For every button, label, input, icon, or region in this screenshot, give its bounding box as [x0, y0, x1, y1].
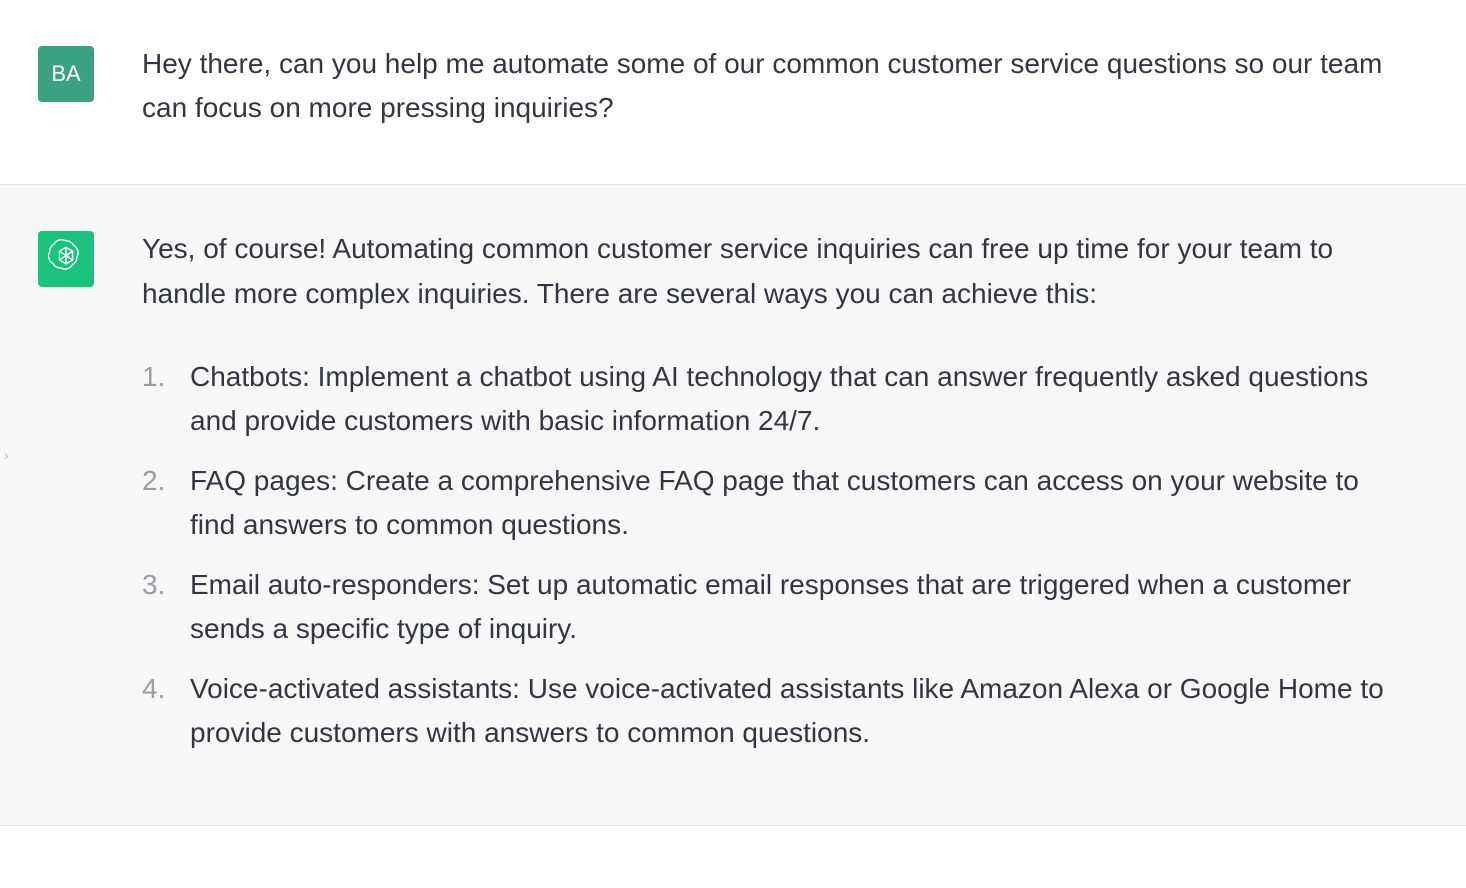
assistant-numbered-list: Chatbots: Implement a chatbot using AI t…: [142, 355, 1392, 755]
openai-logo-icon: [48, 238, 84, 280]
list-item-text: Voice-activated assistants: Use voice-ac…: [190, 673, 1384, 748]
user-message-row: BA Hey there, can you help me automate s…: [0, 0, 1466, 185]
user-avatar: BA: [38, 46, 94, 102]
user-avatar-initials: BA: [51, 61, 80, 87]
list-item-text: Email auto-responders: Set up automatic …: [190, 569, 1351, 644]
assistant-message-row: › Yes, of course! Automating common cust…: [0, 185, 1466, 825]
assistant-avatar: [38, 231, 94, 287]
chevron-right-icon[interactable]: ›: [4, 447, 9, 463]
list-item: Email auto-responders: Set up automatic …: [142, 563, 1392, 651]
assistant-intro-text: Yes, of course! Automating common custom…: [142, 227, 1392, 315]
list-item: Chatbots: Implement a chatbot using AI t…: [142, 355, 1392, 443]
user-message-body: Hey there, can you help me automate some…: [142, 42, 1392, 130]
list-item: Voice-activated assistants: Use voice-ac…: [142, 667, 1392, 755]
user-message-text: Hey there, can you help me automate some…: [142, 48, 1382, 123]
list-item-text: Chatbots: Implement a chatbot using AI t…: [190, 361, 1368, 436]
list-item-text: FAQ pages: Create a comprehensive FAQ pa…: [190, 465, 1359, 540]
assistant-message-body: Yes, of course! Automating common custom…: [142, 227, 1392, 770]
list-item: FAQ pages: Create a comprehensive FAQ pa…: [142, 459, 1392, 547]
